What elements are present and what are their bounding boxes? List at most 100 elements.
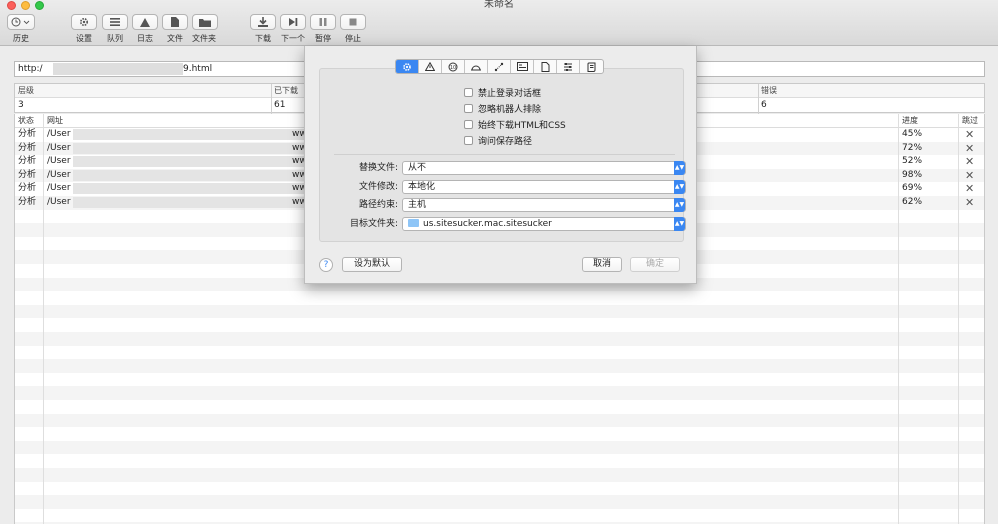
row-progress: 72% — [902, 142, 923, 153]
history-label: 历史 — [13, 34, 29, 43]
row-url: /User — [47, 197, 71, 207]
next-button[interactable] — [280, 14, 306, 30]
row-url-redacted — [73, 169, 305, 181]
file-modification-label: 文件修改: — [358, 182, 398, 192]
row-url: /User — [47, 142, 71, 153]
help-button[interactable]: ? — [319, 258, 333, 272]
window-title: 未命名 — [484, 0, 514, 10]
checkbox-label: 忽略机器人排除 — [478, 105, 542, 115]
path-constraint-popup[interactable]: 主机 ▲▼ — [402, 198, 686, 212]
skip-icon[interactable]: ✕ — [965, 169, 974, 183]
table-row-stripe — [15, 495, 984, 509]
tab-form[interactable] — [511, 60, 534, 73]
checkbox-box[interactable] — [464, 88, 473, 97]
column-header-skip[interactable]: 跳过 — [959, 114, 984, 128]
table-row-stripe — [15, 482, 984, 496]
divider — [334, 154, 675, 155]
sliders-icon — [564, 62, 572, 71]
warning-icon — [425, 62, 435, 71]
skip-icon[interactable]: ✕ — [965, 128, 974, 142]
checkbox-box[interactable] — [464, 104, 473, 113]
row-url-redacted — [73, 142, 305, 154]
settings-button[interactable] — [71, 14, 97, 30]
column-header-status[interactable]: 状态 — [15, 114, 43, 128]
warning-icon — [140, 17, 150, 27]
table-row-stripe — [15, 346, 984, 360]
form-icon — [516, 62, 528, 71]
column-header-progress[interactable]: 进度 — [899, 114, 958, 128]
settings-panel: 禁止登录对话框 忽略机器人排除 始终下载HTML和CSS 询问保存路径 替换文件… — [319, 68, 686, 242]
list-icon — [110, 18, 120, 26]
skip-icon[interactable]: ✕ — [965, 155, 974, 169]
table-row-stripe — [15, 386, 984, 400]
table-row-stripe — [15, 468, 984, 482]
tab-limits[interactable]: 10 — [442, 60, 465, 73]
tab-general[interactable] — [396, 60, 419, 73]
chevron-updown-icon: ▲▼ — [674, 180, 685, 194]
row-url: /User — [47, 169, 71, 180]
tab-warnings[interactable] — [419, 60, 442, 73]
tab-path[interactable] — [488, 60, 511, 73]
checkbox-box[interactable] — [464, 120, 473, 129]
destination-folder-popup[interactable]: us.sitesucker.mac.sitesucker ▲▼ — [402, 217, 686, 231]
replace-files-popup[interactable]: 从不 ▲▼ — [402, 161, 686, 175]
table-row-stripe — [15, 332, 984, 346]
skip-icon[interactable]: ✕ — [965, 196, 974, 210]
file-modification-popup[interactable]: 本地化 ▲▼ — [402, 180, 686, 194]
cancel-button[interactable]: 取消 — [582, 257, 622, 272]
checkbox-ask-save-path[interactable]: 询问保存路径 — [464, 134, 532, 147]
stop-label: 停止 — [345, 34, 361, 43]
table-row-stripe — [15, 304, 984, 319]
table-row-stripe — [15, 440, 984, 455]
history-button[interactable] — [7, 14, 35, 30]
table-row-stripe — [15, 318, 984, 332]
url-redacted — [53, 63, 183, 75]
row-url-redacted — [73, 197, 305, 208]
row-status: 分析 — [18, 129, 37, 139]
tab-file[interactable] — [534, 60, 557, 73]
pause-button[interactable] — [310, 14, 336, 30]
row-url-redacted — [73, 129, 305, 140]
checkbox-ignore-robots[interactable]: 忽略机器人排除 — [464, 102, 541, 115]
folder-label: 文件夹 — [192, 34, 216, 43]
stop-button[interactable] — [340, 14, 366, 30]
row-progress: 52% — [902, 156, 923, 167]
checkbox-box[interactable] — [464, 136, 473, 145]
replace-files-label: 替换文件: — [358, 163, 398, 173]
url-end: 9.html — [183, 64, 213, 74]
tab-advanced[interactable] — [557, 60, 580, 73]
pause-icon — [319, 18, 327, 26]
row-progress: 98% — [902, 169, 923, 180]
url-start: http:/ — [18, 64, 43, 74]
tab-script[interactable] — [580, 60, 603, 73]
queue-button[interactable] — [102, 14, 128, 30]
tab-network[interactable] — [465, 60, 488, 73]
folder-button[interactable] — [192, 14, 218, 30]
skip-icon[interactable]: ✕ — [965, 142, 974, 156]
download-icon — [258, 17, 268, 27]
clock-icon — [11, 17, 30, 27]
download-button[interactable] — [250, 14, 276, 30]
skip-icon[interactable]: ✕ — [965, 182, 974, 196]
checkbox-suppress-login[interactable]: 禁止登录对话框 — [464, 86, 541, 99]
set-default-button[interactable]: 设为默认 — [342, 257, 402, 272]
checkbox-always-download-html[interactable]: 始终下载HTML和CSS — [464, 118, 566, 131]
destination-folder-label: 目标文件夹: — [349, 219, 398, 229]
row-status: 分析 — [18, 142, 37, 153]
stat-value-downloaded: 61 — [274, 100, 286, 110]
ok-button[interactable]: 确定 — [630, 257, 680, 272]
row-url: /User — [47, 183, 71, 194]
file-button[interactable] — [162, 14, 188, 30]
network-icon — [471, 65, 481, 70]
chevron-updown-icon: ▲▼ — [674, 161, 685, 175]
table-row-stripe — [15, 400, 984, 414]
file-icon — [541, 61, 549, 72]
gear-icon — [403, 62, 411, 71]
popup-value: 主机 — [408, 200, 427, 210]
path-icon — [494, 62, 504, 71]
row-progress: 45% — [902, 129, 923, 139]
path-constraint-label: 路径约束: — [358, 200, 398, 210]
log-button[interactable] — [132, 14, 158, 30]
chevron-updown-icon: ▲▼ — [674, 217, 685, 231]
window-toolbar: 未命名 历史 设置 队列 日志 文件 文件夹 下载 下一个 暂停 停止 — [0, 0, 998, 46]
